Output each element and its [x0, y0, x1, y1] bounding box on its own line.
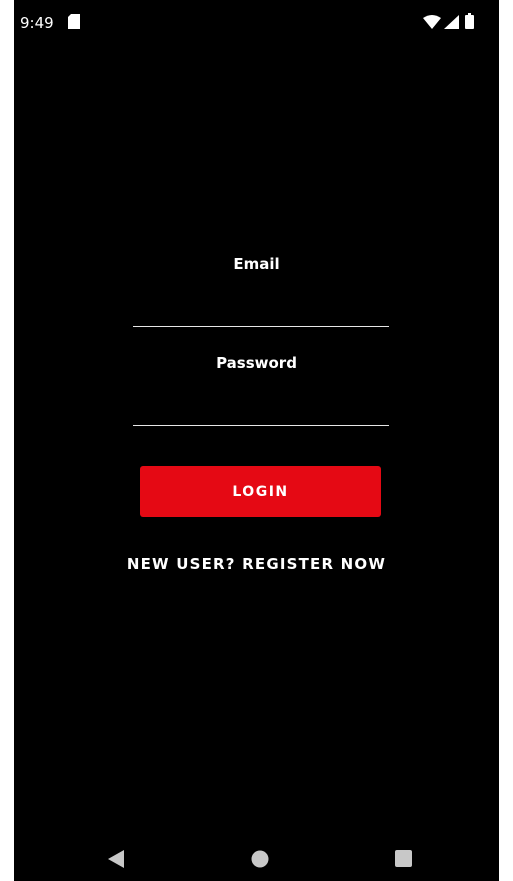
password-field[interactable]	[133, 396, 389, 426]
wifi-icon	[423, 15, 441, 29]
battery-icon	[465, 13, 474, 29]
home-icon[interactable]	[251, 850, 269, 868]
login-screen: 9:49 Email Password LOGIN NEW USER? REGI…	[14, 0, 499, 881]
signal-icon	[444, 15, 459, 29]
recent-apps-icon[interactable]	[395, 850, 412, 867]
status-bar: 9:49	[14, 0, 499, 48]
sd-card-icon	[68, 14, 80, 29]
login-button[interactable]: LOGIN	[140, 466, 381, 517]
register-link[interactable]: NEW USER? REGISTER NOW	[14, 555, 499, 573]
navigation-bar	[14, 836, 499, 881]
password-label: Password	[216, 354, 297, 372]
back-icon[interactable]	[108, 850, 124, 868]
status-time: 9:49	[20, 14, 54, 32]
email-label: Email	[233, 255, 280, 273]
email-field[interactable]	[133, 297, 389, 327]
